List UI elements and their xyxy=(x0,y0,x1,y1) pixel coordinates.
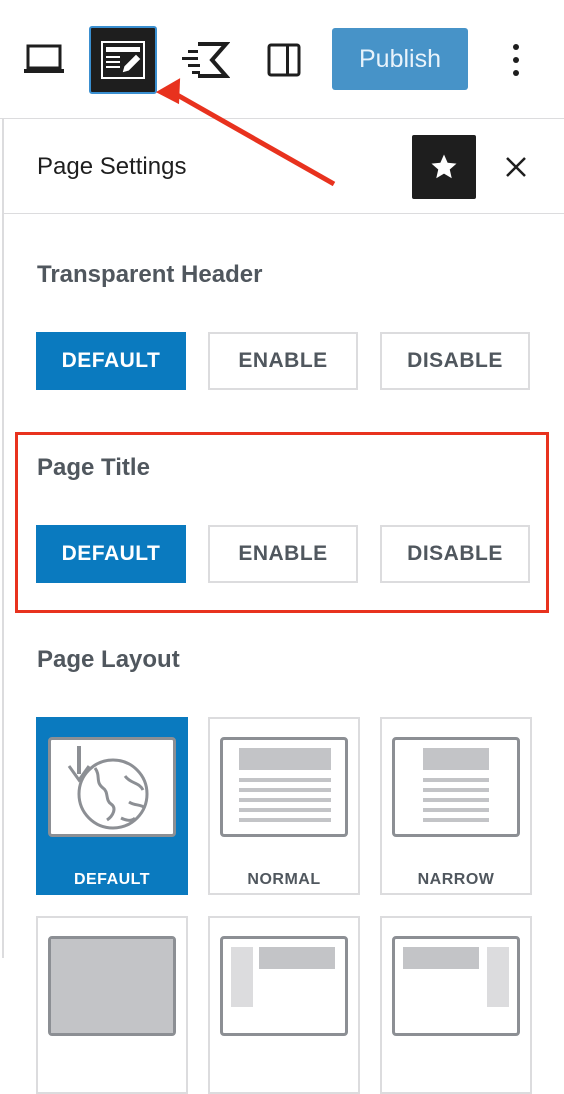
editor-toolbar: Publish xyxy=(0,0,564,118)
normal-layout-icon xyxy=(239,748,331,822)
transparent-header-enable-button[interactable]: ENABLE xyxy=(208,332,358,390)
panel-title: Page Settings xyxy=(37,153,187,180)
more-options-icon[interactable] xyxy=(500,40,532,80)
close-icon xyxy=(506,157,526,177)
page-settings-button[interactable] xyxy=(89,26,157,94)
layout-thumb xyxy=(392,737,520,837)
page-settings-icon xyxy=(101,41,145,79)
layout-thumb xyxy=(220,737,348,837)
star-button[interactable] xyxy=(412,135,476,199)
narrow-layout-icon xyxy=(423,748,489,822)
layout-option-fourth[interactable] xyxy=(36,916,188,1094)
page-layout-title: Page Layout xyxy=(37,646,180,673)
layout-option-narrow[interactable]: NARROW xyxy=(380,717,532,895)
panel-border xyxy=(2,119,4,958)
full-width-layout-icon xyxy=(51,939,173,1033)
layout-option-fifth[interactable] xyxy=(208,916,360,1094)
layout-option-default[interactable]: DEFAULT xyxy=(36,717,188,895)
close-button[interactable] xyxy=(496,147,536,187)
publish-button[interactable]: Publish xyxy=(332,28,468,90)
transparent-header-disable-button[interactable]: DISABLE xyxy=(380,332,530,390)
layout-option-default-label: DEFAULT xyxy=(73,871,151,888)
sidebar-toggle-icon[interactable] xyxy=(264,40,304,80)
layout-option-sixth[interactable] xyxy=(380,916,532,1094)
astra-icon[interactable] xyxy=(176,38,232,82)
layout-thumb xyxy=(48,737,176,837)
transparent-header-default-button[interactable]: DEFAULT xyxy=(36,332,186,390)
transparent-header-title: Transparent Header xyxy=(37,261,263,288)
layout-thumb xyxy=(392,936,520,1036)
left-sidebar-layout-icon xyxy=(231,947,335,1007)
star-icon xyxy=(431,154,457,179)
layout-thumb xyxy=(220,936,348,1036)
layout-thumb xyxy=(48,936,176,1036)
layout-option-normal-label: NORMAL xyxy=(247,871,321,888)
layout-option-narrow-label: NARROW xyxy=(417,871,495,888)
globe-download-icon xyxy=(67,746,149,830)
panel-header: Page Settings xyxy=(4,119,564,214)
laptop-icon[interactable] xyxy=(20,38,68,80)
highlight-annotation-box xyxy=(15,432,549,613)
right-sidebar-layout-icon xyxy=(403,947,509,1007)
layout-option-normal[interactable]: NORMAL xyxy=(208,717,360,895)
